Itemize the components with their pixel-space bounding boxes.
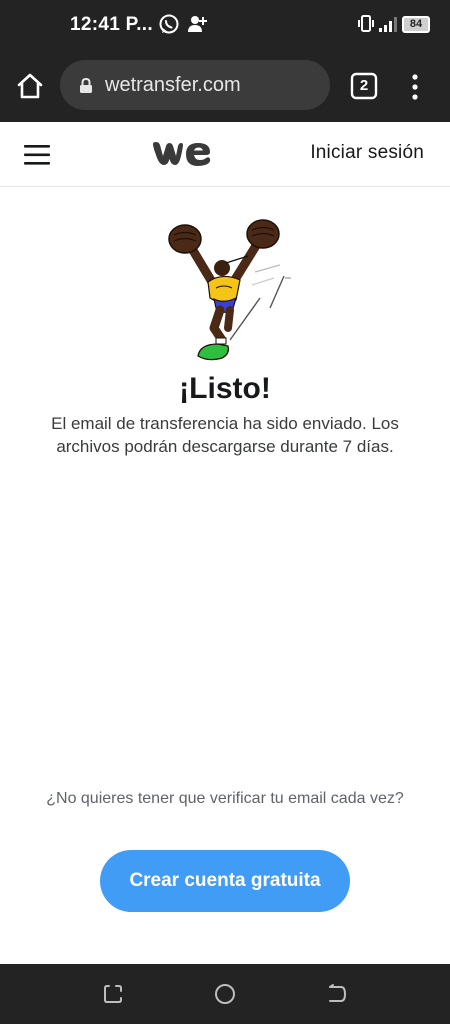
url-text: wetransfer.com — [105, 74, 241, 96]
site-header: Iniciar sesión — [0, 122, 450, 187]
status-time: 12:41 P... — [70, 14, 153, 35]
whatsapp-icon — [159, 14, 179, 34]
back-icon[interactable] — [325, 982, 349, 1006]
page-title: ¡Listo! — [179, 372, 271, 405]
battery-level: 84 — [409, 18, 423, 30]
battery-icon: 84 — [402, 16, 430, 33]
home-icon[interactable] — [12, 68, 48, 104]
celebration-illustration — [168, 219, 291, 361]
confirmation-message: El email de transferencia ha sido enviad… — [51, 414, 399, 456]
tabs-count: 2 — [359, 77, 369, 94]
more-vert-icon[interactable] — [405, 72, 425, 102]
system-nav-bar — [0, 964, 450, 1024]
lock-icon — [80, 77, 92, 93]
account-prompt: ¿No quieres tener que verificar tu email… — [46, 790, 404, 807]
signal-icon — [379, 17, 397, 32]
url-bar[interactable]: wetransfer.com — [60, 60, 330, 110]
status-bar: 12:41 P... 84 — [0, 0, 450, 52]
recents-icon[interactable] — [101, 982, 125, 1006]
wetransfer-logo[interactable] — [150, 138, 214, 170]
add-contact-icon — [188, 16, 207, 32]
signin-link[interactable]: Iniciar sesión — [310, 142, 424, 164]
browser-toolbar: wetransfer.com 2 — [0, 52, 450, 122]
tabs-button[interactable]: 2 — [350, 72, 378, 100]
home-circle-icon[interactable] — [213, 982, 237, 1006]
hamburger-icon[interactable] — [22, 142, 54, 168]
vibrate-icon — [358, 15, 374, 32]
create-account-button[interactable]: Crear cuenta gratuita — [100, 850, 350, 912]
